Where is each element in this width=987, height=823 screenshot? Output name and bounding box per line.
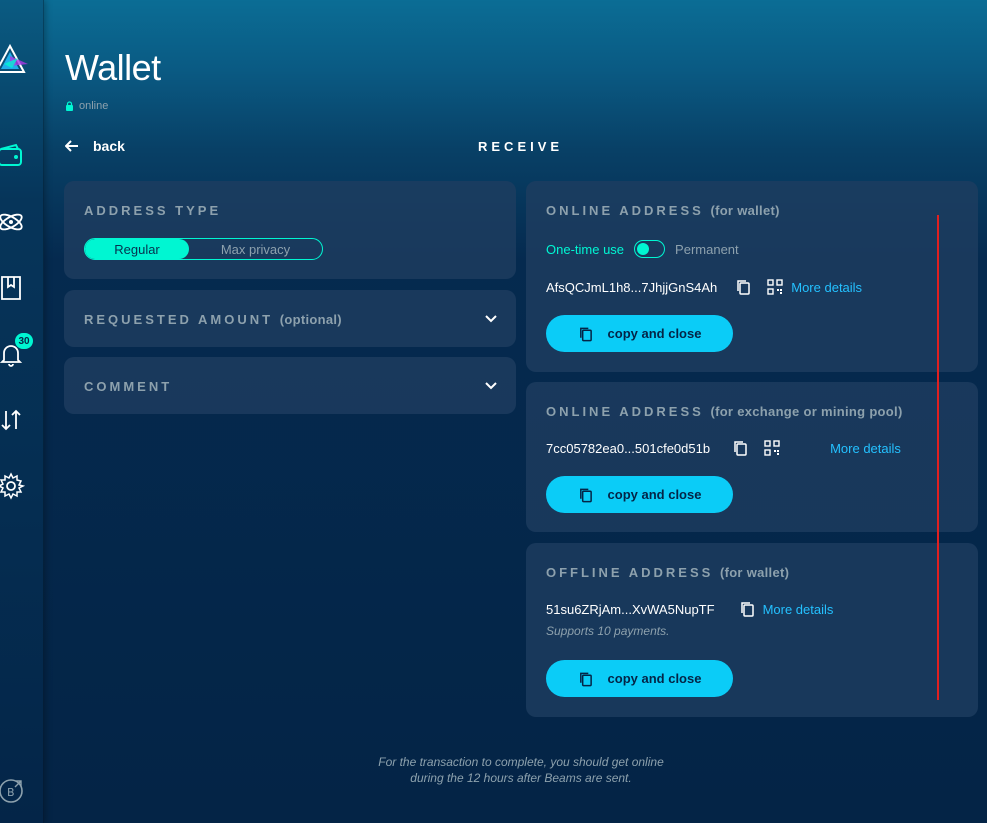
beam-external-icon[interactable]: B (0, 773, 28, 807)
requested-amount-sub: (optional) (279, 312, 342, 327)
copy-and-close-label: copy and close (607, 671, 702, 686)
online-exchange-address: 7cc05782ea0...501cfe0d51b (546, 440, 711, 456)
footer-line-2: during the 12 hours after Beams are sent… (410, 771, 632, 785)
copy-icon (579, 672, 592, 686)
copy-and-close-button[interactable]: copy and close (546, 476, 733, 513)
supported-payments-note: Supports 10 payments. (546, 624, 670, 638)
offline-wallet-address-card: OFFLINE ADDRESS (for wallet) 51su6ZRjAm.… (526, 543, 978, 717)
chevron-down-icon[interactable] (484, 312, 498, 326)
address-expiry-toggle-row: One-time use Permanent (546, 240, 739, 258)
address-type-switch[interactable]: Regular Max privacy (84, 238, 323, 260)
online-wallet-address-row: AfsQCJmL1h8...7JhjjGnS4Ah More details (546, 279, 862, 295)
copy-icon[interactable] (735, 279, 751, 295)
address-type-panel: ADDRESS TYPE Regular Max privacy (64, 181, 516, 279)
back-button[interactable]: back (65, 138, 125, 154)
copy-icon (579, 327, 592, 341)
online-wallet-address: AfsQCJmL1h8...7JhjjGnS4Ah (546, 279, 718, 295)
offline-wallet-title: OFFLINE ADDRESS (546, 565, 714, 580)
offline-wallet-address-label: OFFLINE ADDRESS (for wallet) (546, 565, 789, 580)
copy-and-close-button[interactable]: copy and close (546, 315, 733, 352)
online-exchange-sub: (for exchange or mining pool) (710, 404, 903, 419)
address-type-label: ADDRESS TYPE (84, 203, 222, 218)
status-text: online (79, 100, 109, 112)
address-expiry-toggle[interactable] (634, 240, 666, 258)
connection-status: online (65, 100, 108, 112)
one-time-use-label: One-time use (546, 241, 625, 257)
online-exchange-address-card: ONLINE ADDRESS (for exchange or mining p… (526, 382, 978, 532)
atom-icon[interactable] (0, 205, 28, 239)
wallet-icon[interactable] (0, 139, 28, 173)
copy-and-close-label: copy and close (607, 487, 702, 502)
offline-wallet-address-row: 51su6ZRjAm...XvWA5NupTF More details (546, 601, 833, 617)
footer-line-1: For the transaction to complete, you sho… (378, 755, 664, 769)
online-exchange-address-row: 7cc05782ea0...501cfe0d51b More details (546, 440, 901, 456)
qr-code-icon[interactable] (767, 279, 783, 295)
chevron-down-icon[interactable] (484, 379, 498, 393)
more-details-link[interactable]: More details (791, 280, 862, 295)
online-exchange-address-label: ONLINE ADDRESS (for exchange or mining p… (546, 404, 903, 419)
offline-wallet-address: 51su6ZRjAm...XvWA5NupTF (546, 601, 715, 617)
copy-icon (579, 488, 592, 502)
sidebar: 30 B (0, 0, 44, 823)
transfer-icon[interactable] (0, 403, 28, 437)
copy-icon[interactable] (739, 601, 755, 617)
copy-icon[interactable] (732, 440, 748, 456)
online-wallet-address-label: ONLINE ADDRESS (for wallet) (546, 203, 780, 218)
red-annotation-line (937, 215, 939, 700)
online-wallet-address-card: ONLINE ADDRESS (for wallet) One-time use… (526, 181, 978, 372)
beam-logo-icon[interactable] (0, 42, 28, 78)
requested-amount-panel[interactable]: REQUESTED AMOUNT (optional) (64, 290, 516, 347)
permanent-label: Permanent (675, 241, 739, 257)
offline-wallet-sub: (for wallet) (719, 565, 790, 580)
lock-icon (66, 101, 73, 111)
comment-panel[interactable]: COMMENT (64, 357, 516, 414)
qr-code-icon[interactable] (764, 440, 780, 456)
more-details-link[interactable]: More details (830, 441, 901, 456)
copy-and-close-label: copy and close (607, 326, 702, 341)
online-wallet-sub: (for wallet) (710, 203, 780, 218)
notification-count-badge: 30 (15, 333, 33, 349)
gear-icon[interactable] (0, 469, 28, 503)
address-type-regular[interactable]: Regular (85, 239, 189, 259)
transaction-footer-note: For the transaction to complete, you sho… (300, 754, 742, 786)
address-type-max-privacy[interactable]: Max privacy (189, 239, 322, 259)
online-wallet-title: ONLINE ADDRESS (546, 203, 704, 218)
comment-label: COMMENT (84, 379, 173, 394)
back-label: back (93, 138, 125, 154)
requested-amount-label: REQUESTED AMOUNT (optional) (84, 312, 342, 327)
section-title: RECEIVE (478, 139, 564, 154)
copy-and-close-button[interactable]: copy and close (546, 660, 733, 697)
online-exchange-title: ONLINE ADDRESS (546, 404, 704, 419)
svg-text:B: B (7, 786, 15, 799)
page-title: Wallet (65, 47, 161, 88)
book-icon[interactable] (0, 271, 28, 305)
requested-amount-title: REQUESTED AMOUNT (84, 312, 274, 327)
more-details-link[interactable]: More details (763, 602, 834, 617)
arrow-left-icon (65, 140, 78, 152)
